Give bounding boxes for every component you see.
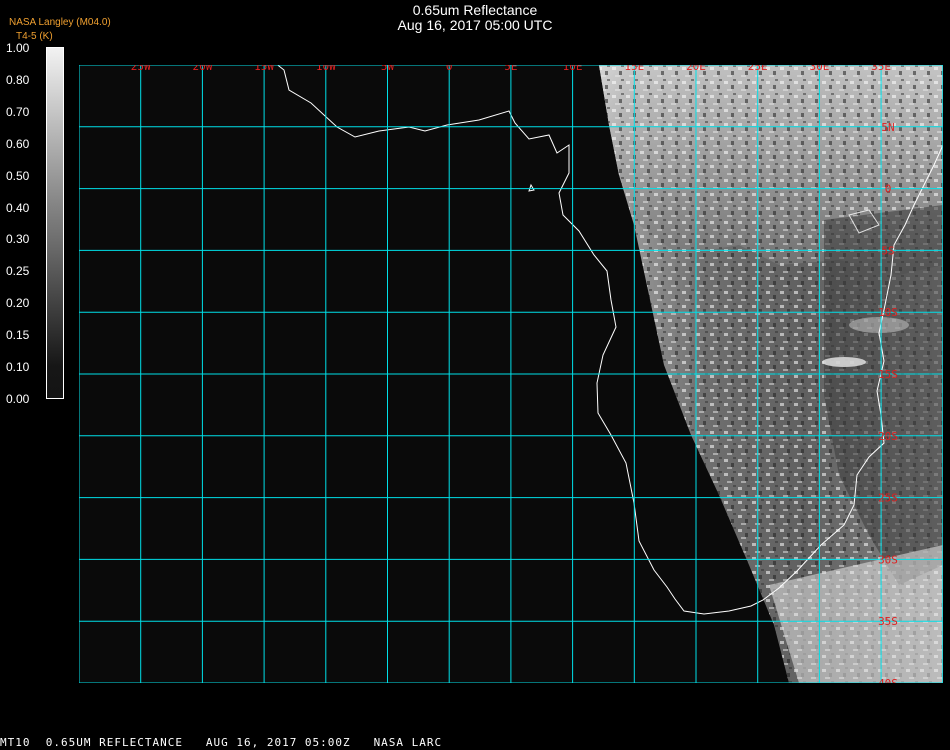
- colorbar-tick-label: 0.70: [6, 104, 30, 119]
- latitude-label: 0: [885, 183, 892, 196]
- latitude-label: 15S: [878, 368, 898, 381]
- longitude-label: 35E: [871, 65, 891, 73]
- longitude-label: 15W: [254, 65, 274, 73]
- latitude-label: 10S: [878, 306, 898, 319]
- latitude-label: 5S: [881, 244, 894, 257]
- colorbar-tick-label: 0.10: [6, 360, 30, 374]
- longitude-label: 5E: [504, 65, 517, 73]
- colorbar-tick-label: 0.30: [6, 232, 30, 247]
- longitude-label: 5W: [381, 65, 395, 73]
- longitude-label: 20W: [192, 65, 212, 73]
- colorbar: [46, 47, 64, 399]
- footer-product: MT10: [0, 736, 31, 749]
- longitude-label: 10W: [316, 65, 336, 73]
- colorbar-tick-label: 1.00: [6, 41, 30, 55]
- latitude-label: 20S: [878, 430, 898, 443]
- colorbar-tick-label: 0.00: [6, 391, 30, 406]
- colorbar-tick-label: 0.25: [6, 264, 30, 279]
- latitude-label: 35S: [878, 615, 898, 628]
- credit-source: NASA Langley (M04.0): [9, 17, 111, 28]
- latitude-label: 25S: [878, 492, 898, 505]
- footer-source: NASA LARC: [373, 736, 443, 749]
- longitude-label: 10E: [563, 65, 583, 73]
- latitude-label: 5N: [881, 121, 894, 134]
- colorbar-tick-label: 0.60: [6, 136, 30, 151]
- longitude-label: 25E: [748, 65, 768, 73]
- longitude-label: 25W: [131, 65, 151, 73]
- latitude-label: 40S: [878, 677, 898, 683]
- colorbar-tick-label: 0.80: [6, 72, 30, 87]
- colorbar-tick-label: 0.15: [6, 328, 30, 343]
- footer-product-name: 0.65UM REFLECTANCE: [45, 736, 183, 749]
- colorbar-tick-label: 0.40: [6, 200, 30, 215]
- footer-timestamp: AUG 16, 2017 05:00Z: [205, 736, 351, 749]
- colorbar-tick-label: 0.20: [6, 296, 30, 311]
- map-title: 0.65um Reflectance: [412, 2, 538, 18]
- longitude-label: 0: [446, 65, 453, 73]
- satellite-map: 25W 20W 15W 10W 5W 0 5E 10E 15E 20E 25E 30E 35E 5N 0 5S…: [79, 65, 943, 683]
- latitude-label: 30S: [878, 553, 898, 566]
- map-subtitle: Aug 16, 2017 05:00 UTC: [397, 17, 553, 33]
- longitude-label: 15E: [624, 65, 644, 73]
- footer-caption: MT10 0.65UM REFLECTANCE AUG 16, 2017 05:…: [0, 736, 950, 749]
- colorbar-tick-label: 0.50: [6, 168, 30, 183]
- longitude-label: 30E: [809, 65, 829, 73]
- longitude-label: 20E: [686, 65, 706, 73]
